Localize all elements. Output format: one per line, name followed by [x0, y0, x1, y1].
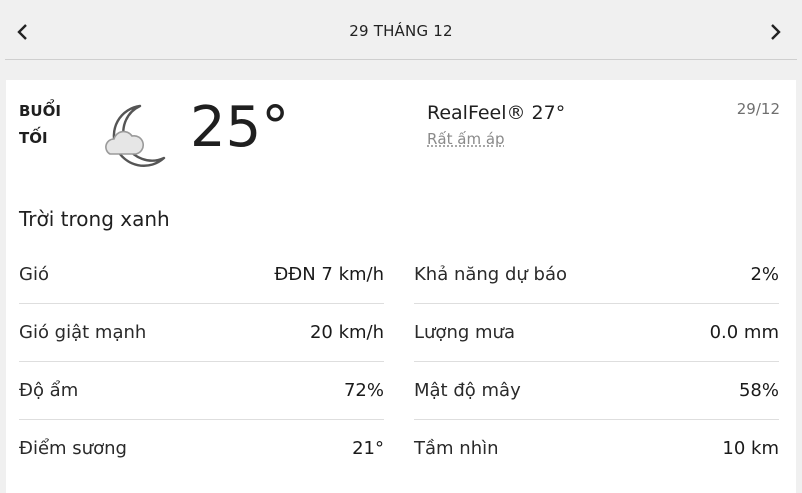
detail-value: ĐĐN 7 km/h	[274, 264, 384, 285]
detail-row-wind: Gió ĐĐN 7 km/h	[19, 246, 384, 304]
details-right-column: Khả năng dự báo 2% Lượng mưa 0.0 mm Mật …	[414, 246, 779, 477]
detail-label: Điểm sương	[19, 438, 127, 459]
detail-row-precipitation: Lượng mưa 0.0 mm	[414, 304, 779, 362]
detail-label: Gió giật mạnh	[19, 322, 147, 343]
next-day-button[interactable]	[762, 18, 788, 46]
current-conditions-card: BUỔI TỐI 25° RealFeel® 27° Rất ấm áp 29/…	[6, 80, 796, 493]
cloudy-moon-icon	[102, 102, 172, 168]
detail-row-humidity: Độ ẩm 72%	[19, 362, 384, 420]
chevron-right-icon	[771, 24, 781, 40]
detail-value: 0.0 mm	[709, 322, 779, 343]
detail-row-wind-gusts: Gió giật mạnh 20 km/h	[19, 304, 384, 362]
detail-row-cloud-cover: Mật độ mây 58%	[414, 362, 779, 420]
card-date: 29/12	[736, 100, 780, 118]
detail-value: 2%	[750, 264, 779, 285]
detail-value: 20 km/h	[309, 322, 384, 343]
day-period: BUỔI TỐI	[19, 98, 61, 152]
detail-label: Mật độ mây	[414, 380, 521, 401]
detail-row-dew-point: Điểm sương 21°	[19, 420, 384, 477]
detail-label: Khả năng dự báo	[414, 264, 567, 285]
weather-phrase: Trời trong xanh	[19, 207, 170, 231]
chevron-left-icon	[17, 24, 27, 40]
day-period-line1: BUỔI	[19, 102, 61, 120]
date-navigation-bar: 29 THÁNG 12	[0, 0, 802, 62]
temperature: 25°	[190, 95, 290, 160]
day-period-line2: TỐI	[19, 129, 48, 147]
realfeel-description[interactable]: Rất ấm áp	[427, 130, 505, 148]
previous-day-button[interactable]	[10, 18, 36, 46]
detail-value: 10 km	[722, 438, 779, 459]
details-left-column: Gió ĐĐN 7 km/h Gió giật mạnh 20 km/h Độ …	[19, 246, 384, 477]
detail-label: Gió	[19, 264, 49, 285]
weather-details: Gió ĐĐN 7 km/h Gió giật mạnh 20 km/h Độ …	[19, 246, 781, 486]
realfeel-temperature: RealFeel® 27°	[427, 102, 566, 124]
date-title: 29 THÁNG 12	[349, 22, 453, 40]
header-divider	[5, 59, 797, 60]
detail-value: 21°	[352, 438, 384, 459]
detail-value: 72%	[343, 380, 384, 401]
detail-value: 58%	[738, 380, 779, 401]
detail-row-visibility: Tầm nhìn 10 km	[414, 420, 779, 477]
detail-row-precip-probability: Khả năng dự báo 2%	[414, 246, 779, 304]
detail-label: Tầm nhìn	[414, 438, 499, 459]
detail-label: Độ ẩm	[19, 380, 79, 401]
detail-label: Lượng mưa	[414, 322, 515, 343]
